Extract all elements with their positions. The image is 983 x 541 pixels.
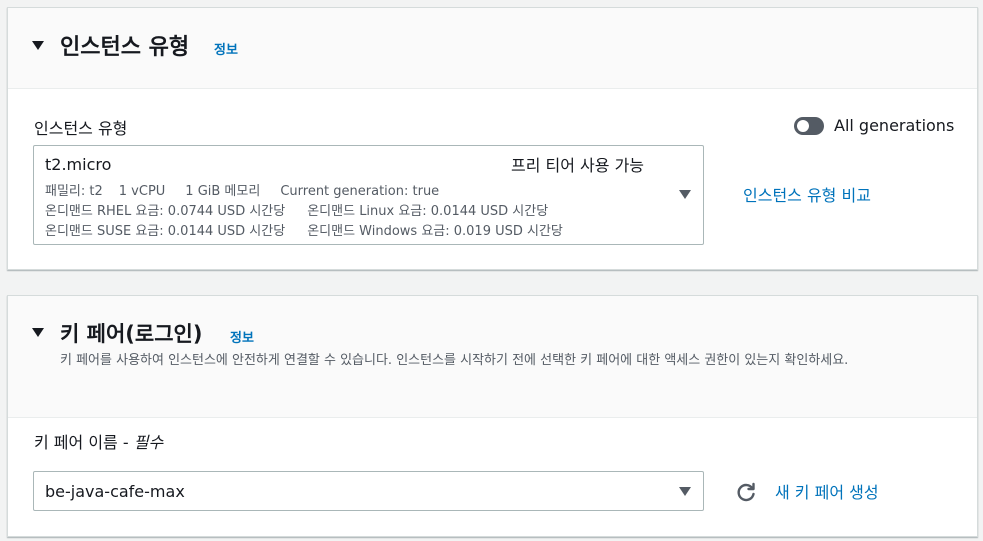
keypair-selected-value: be-java-cafe-max: [45, 482, 185, 501]
instance-type-panel: 인스턴스 유형 정보 인스턴스 유형 All generations t2.mi…: [7, 7, 978, 270]
instance-type-header[interactable]: 인스턴스 유형 정보: [8, 8, 977, 89]
free-tier-badge: 프리 티어 사용 가능: [511, 156, 645, 175]
instance-family: 패밀리: t2: [45, 184, 103, 199]
rhel-price: 온디맨드 RHEL 요금: 0.0744 USD 시간당: [45, 204, 286, 219]
all-generations-label: All generations: [834, 116, 955, 135]
instance-type-field-label: 인스턴스 유형: [34, 119, 128, 138]
instance-pricing-line-2: 온디맨드 SUSE 요금: 0.0144 USD 시간당 온디맨드 Windows…: [45, 220, 563, 239]
caret-down-icon[interactable]: [32, 328, 44, 337]
windows-price: 온디맨드 Windows 요금: 0.019 USD 시간당: [307, 224, 563, 239]
toggle-knob: [797, 120, 809, 132]
keypair-panel: 키 페어(로그인) 정보 키 페어를 사용하여 인스턴스에 안전하게 연결할 수…: [7, 295, 978, 537]
instance-type-select[interactable]: t2.micro 프리 티어 사용 가능 패밀리: t2 1 vCPU 1 GiB …: [33, 145, 704, 245]
suse-price: 온디맨드 SUSE 요금: 0.0144 USD 시간당: [45, 224, 286, 239]
all-generations-toggle[interactable]: [794, 117, 824, 135]
keypair-info-link[interactable]: 정보: [230, 327, 254, 346]
instance-type-title: 인스턴스 유형: [60, 35, 190, 60]
instance-specs-line: 패밀리: t2 1 vCPU 1 GiB 메모리 Current generation…: [45, 180, 439, 199]
refresh-icon[interactable]: [735, 481, 757, 503]
keypair-description: 키 페어를 사용하여 인스턴스에 안전하게 연결할 수 있습니다. 인스턴스를 …: [60, 353, 849, 368]
instance-pricing-line-1: 온디맨드 RHEL 요금: 0.0744 USD 시간당 온디맨드 Linux 요…: [45, 200, 548, 219]
instance-memory: 1 GiB 메모리: [185, 184, 261, 199]
instance-vcpu: 1 vCPU: [118, 184, 166, 199]
instance-type-name: t2.micro: [45, 155, 112, 174]
keypair-select[interactable]: be-java-cafe-max: [33, 471, 704, 511]
keypair-field-label: 키 페어 이름 - 필수: [34, 429, 163, 453]
chevron-down-icon: [679, 487, 691, 496]
instance-generation: Current generation: true: [280, 184, 440, 199]
linux-price: 온디맨드 Linux 요금: 0.0144 USD 시간당: [307, 204, 549, 219]
keypair-header[interactable]: 키 페어(로그인) 정보 키 페어를 사용하여 인스턴스에 안전하게 연결할 수…: [8, 296, 977, 418]
keypair-title: 키 페어(로그인): [60, 322, 203, 346]
keypair-required-text: 필수: [133, 433, 164, 452]
keypair-label-text: 키 페어 이름 -: [34, 433, 134, 452]
caret-down-icon[interactable]: [32, 41, 44, 50]
compare-instance-types-link[interactable]: 인스턴스 유형 비교: [743, 182, 871, 206]
instance-type-info-link[interactable]: 정보: [214, 39, 238, 58]
chevron-down-icon: [679, 190, 691, 199]
create-new-keypair-link[interactable]: 새 키 페어 생성: [775, 479, 879, 503]
